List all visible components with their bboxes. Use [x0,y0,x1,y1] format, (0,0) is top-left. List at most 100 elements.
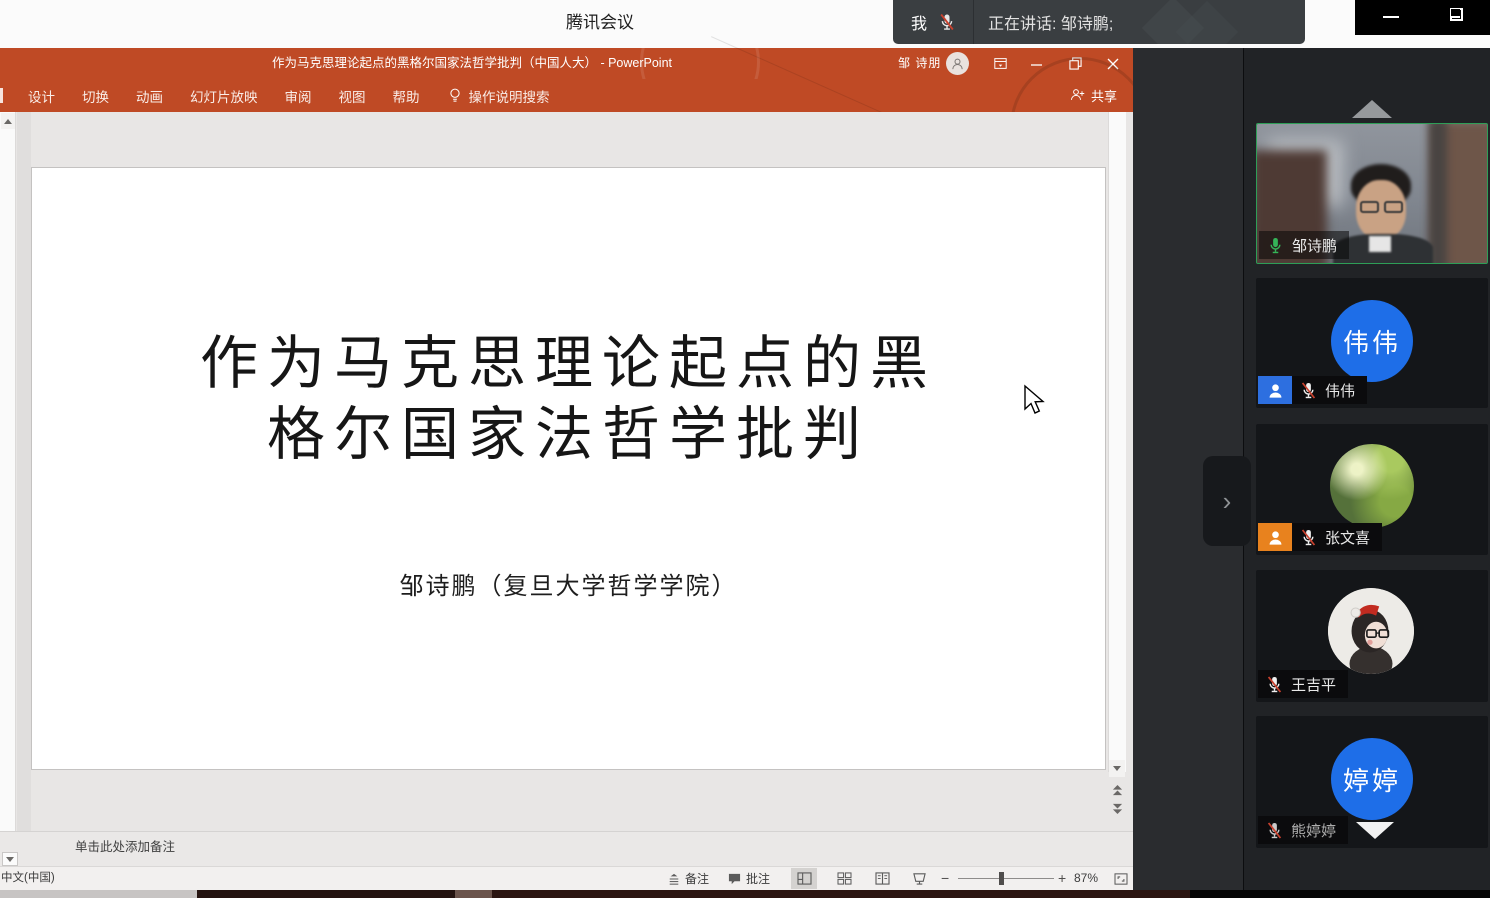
participant-tile[interactable]: 王吉平 [1256,570,1488,702]
lightbulb-icon [449,88,461,103]
speaking-status-panel: 我 正在讲话: 邹诗鹏; [893,0,1305,44]
participant-name: 邹诗鹏 [1292,235,1337,256]
mic-muted-icon [1299,528,1318,547]
participant-name: 王吉平 [1291,674,1336,695]
participant-name: 伟伟 [1325,380,1355,401]
bottom-strip [0,890,197,898]
notes-toggle-label: 备注 [685,870,709,887]
tell-me-search[interactable]: 操作说明搜索 [449,86,550,106]
tab-design[interactable]: 设计 [28,86,55,106]
slide-author[interactable]: 邹诗鹏（复旦大学哲学学院） [32,566,1105,601]
zoom-level[interactable]: 87% [1074,867,1098,890]
mic-muted-icon [1265,675,1284,694]
notes-toggle[interactable]: 备注 [668,867,709,890]
account-avatar-icon[interactable] [946,52,969,75]
previous-slide-button[interactable] [1110,782,1125,798]
slide[interactable]: 作为马克思理论起点的黑 格尔国家法哲学批判 邹诗鹏（复旦大学哲学学院） [31,167,1106,770]
minimize-button[interactable] [1383,16,1399,18]
ppt-minimize-button[interactable] [1022,48,1052,79]
ppt-account-name: 邹 诗朋 [898,48,941,79]
thumbnail-scrollbar[interactable] [0,112,16,831]
tab-transitions[interactable]: 切换 [82,86,109,106]
slide-title-line1: 作为马克思理论起点的黑 [32,328,1105,399]
participant-tile-video[interactable]: 邹诗鹏 [1256,123,1488,264]
ppt-restore-button[interactable] [1060,48,1090,79]
tab-fragment [0,88,3,103]
avatar-initials: 婷婷 [1331,738,1413,820]
slide-scrollbar[interactable] [1108,112,1126,772]
notes-placeholder[interactable]: 单击此处添加备注 [75,832,175,862]
slideshow-view-button[interactable] [906,868,932,889]
zoom-slider-thumb[interactable] [999,872,1004,885]
avatar-illustration [1328,588,1414,674]
share-button[interactable]: 共享 [1070,83,1117,107]
share-label: 共享 [1091,86,1117,105]
zoom-in-button[interactable]: + [1058,867,1066,890]
share-person-icon [1070,88,1085,102]
mic-on-icon [1266,236,1285,255]
participant-name-label: 王吉平 [1258,670,1348,698]
ppt-ribbon-tab-bar: 设计 切换 动画 幻灯片放映 审阅 视图 帮助 操作说明搜索 共享 [0,79,1133,112]
participant-name-label: 熊婷婷 [1258,816,1348,844]
comments-toggle[interactable]: 批注 [728,867,770,890]
tab-slideshow[interactable]: 幻灯片放映 [190,86,258,106]
ppt-close-button[interactable] [1098,48,1128,79]
os-window-controls [1355,0,1490,35]
tab-animations[interactable]: 动画 [136,86,163,106]
slide-sorter-view-button[interactable] [831,868,857,889]
comments-toggle-label: 批注 [746,870,770,887]
notes-pane[interactable]: 单击此处添加备注 [0,831,1133,866]
participant-name-label: 张文喜 [1292,523,1382,551]
slide-editing-area: 作为马克思理论起点的黑 格尔国家法哲学批判 邹诗鹏（复旦大学哲学学院） [0,112,1133,831]
participant-name: 张文喜 [1325,527,1370,548]
mic-muted-icon [1265,821,1284,840]
participants-scroll-down-icon[interactable] [1356,822,1394,839]
bottom-strip [1190,890,1490,898]
tab-review[interactable]: 审阅 [285,86,312,106]
meeting-app-title: 腾讯会议 [450,0,750,48]
scroll-up-button[interactable] [1,113,15,129]
sidebar-collapse-button[interactable]: › [1203,456,1251,546]
scroll-down-button[interactable] [1109,760,1125,777]
participant-name-label: 伟伟 [1292,376,1367,404]
participant-tile[interactable]: 伟伟 伟伟 [1256,278,1488,408]
restore-button[interactable] [1450,8,1463,21]
powerpoint-window: 作为马克思理论起点的黑格尔国家法哲学批判（中国人大） - PowerPoint … [0,48,1133,890]
zoom-slider-track[interactable] [958,878,1054,879]
bottom-strip [197,890,455,898]
bottom-strip [492,890,1190,898]
screen: 腾讯会议 我 正在讲话: 邹诗鹏; [0,0,1490,898]
thumbnail-pane-edge [17,112,31,831]
bottom-strip [455,890,492,898]
slide-title[interactable]: 作为马克思理论起点的黑 格尔国家法哲学批判 [32,328,1105,470]
participants-scroll-up-icon[interactable] [1352,100,1392,118]
tab-view[interactable]: 视图 [339,86,366,106]
my-mic-muted-icon[interactable] [937,12,957,32]
participant-tile[interactable]: 张文喜 [1256,424,1488,555]
me-label: 我 [911,10,927,34]
panel-divider [973,0,974,44]
meeting-logo-icon [1176,1,1238,44]
mic-muted-icon [1299,381,1318,400]
ribbon-display-options-icon[interactable] [985,48,1015,79]
participant-name: 熊婷婷 [1291,820,1336,841]
reading-view-button[interactable] [869,868,895,889]
zoom-out-button[interactable]: − [941,867,949,890]
ppt-status-bar: 中文(中国) 备注 批注 − + [0,866,1133,890]
person-badge-orange-icon [1258,523,1292,551]
fit-to-window-button[interactable] [1108,868,1134,889]
chevron-right-icon: › [1223,486,1232,517]
next-slide-button[interactable] [1110,800,1125,816]
participant-name-label: 邹诗鹏 [1259,231,1349,259]
ppt-window-title: 作为马克思理论起点的黑格尔国家法哲学批判（中国人大） - PowerPoint [0,48,944,79]
comment-icon [728,872,741,885]
ppt-titlebar: 作为马克思理论起点的黑格尔国家法哲学批判（中国人大） - PowerPoint … [0,48,1133,79]
notes-icon [668,873,680,885]
person-badge-blue-icon [1258,376,1292,404]
avatar-initials: 伟伟 [1331,300,1413,382]
tell-me-label: 操作说明搜索 [469,86,550,106]
notes-collapse-button[interactable] [2,852,18,866]
tab-help[interactable]: 帮助 [393,86,420,106]
language-indicator[interactable]: 中文(中国) [1,867,55,890]
normal-view-button[interactable] [791,868,817,889]
